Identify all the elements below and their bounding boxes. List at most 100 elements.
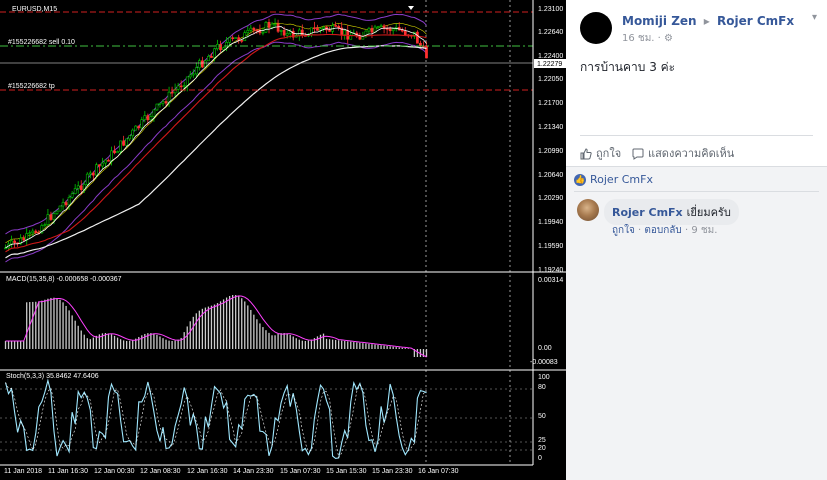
price-tick: 1.19590 — [538, 243, 563, 250]
price-candle — [343, 30, 347, 35]
comment-button[interactable]: แสดงความคิดเห็น — [632, 144, 734, 162]
price-candle — [376, 26, 380, 29]
price-candle — [285, 33, 289, 36]
comments-divider — [574, 191, 819, 192]
macd-tick: -0.00083 — [530, 359, 558, 366]
post-actions: ถูกใจ แสดงความคิดเห็น — [580, 135, 813, 166]
price-candle — [134, 125, 138, 131]
price-candle — [403, 30, 407, 36]
price-candle — [391, 28, 395, 32]
stoch-tick: 50 — [538, 413, 546, 420]
author-avatar[interactable] — [580, 12, 612, 44]
liked-by-name[interactable]: Rojer CmFx — [590, 173, 653, 186]
price-candle — [107, 159, 110, 162]
price-candle — [28, 232, 32, 235]
comment-bubble: Rojer CmFx เยี่ยมครับ — [604, 199, 739, 225]
price-candle — [49, 214, 53, 220]
price-candle — [400, 29, 404, 32]
time-tick: 16 Jan 07:30 — [418, 468, 459, 475]
price-candle — [261, 31, 265, 34]
price-candle — [313, 27, 316, 30]
thumbs-up-icon — [580, 148, 592, 160]
comment-reply-link[interactable]: ตอบกลับ — [644, 225, 681, 236]
price-tick: 1.22400 — [538, 53, 563, 60]
price-candle — [416, 31, 419, 44]
price-candle — [170, 91, 174, 94]
price-candle — [243, 32, 247, 42]
price-candle — [231, 37, 235, 40]
price-tick: 1.20640 — [538, 172, 563, 179]
stoch-tick: 80 — [538, 384, 546, 391]
price-tick: 1.22050 — [538, 76, 563, 83]
trading-chart[interactable]: EURUSD,M15 #155226682 sell 0.10 #1552266… — [0, 0, 566, 480]
price-candle — [213, 48, 216, 58]
price-tick: 1.23100 — [538, 6, 563, 13]
price-candle — [279, 30, 283, 32]
price-candle — [252, 27, 256, 31]
price-candle — [316, 27, 319, 31]
post-time[interactable]: 16 ชม. — [622, 33, 654, 44]
price-tick: 1.21340 — [538, 124, 563, 131]
price-candle — [267, 21, 271, 28]
price-candle — [46, 214, 50, 225]
facebook-post-panel: Momiji Zen ▸ Rojer CmFx 16 ชม. · ⚙ ▾ การ… — [566, 0, 827, 480]
shift-marker-icon — [408, 6, 414, 10]
price-candle — [264, 21, 268, 33]
price-candle — [322, 26, 325, 29]
price-candle — [240, 40, 244, 42]
macd-tick: 0.00314 — [538, 277, 563, 284]
post-names: Momiji Zen ▸ Rojer CmFx — [622, 14, 794, 28]
envelope-mid-line — [5, 22, 427, 244]
price-candle — [216, 44, 219, 50]
stoch-tick: 0 — [538, 455, 542, 462]
price-candle — [104, 159, 107, 164]
author-name[interactable]: Momiji Zen — [622, 14, 697, 28]
chevron-down-icon[interactable]: ▾ — [812, 12, 817, 23]
price-candle — [122, 140, 125, 146]
tp-order-label: #155226682 tp — [8, 83, 55, 90]
price-candle — [128, 135, 132, 140]
comment-icon — [632, 148, 644, 160]
price-candle — [164, 101, 168, 104]
price-candle — [88, 172, 92, 175]
price-candle — [204, 60, 207, 68]
price-candle — [146, 115, 150, 121]
price-candle — [270, 23, 274, 28]
price-candle — [182, 85, 186, 87]
price-candle — [73, 188, 77, 195]
price-candle — [176, 85, 180, 90]
stoch-tick: 25 — [538, 437, 546, 444]
price-candle — [219, 44, 222, 51]
comments-section: 👍 Rojer CmFx Rojer CmFx เยี่ยมครับ ถูกใจ ·… — [566, 166, 827, 480]
price-candle — [64, 202, 68, 206]
price-candle — [131, 129, 135, 137]
price-tick: 1.22640 — [538, 29, 563, 36]
stoch-tick: 20 — [538, 445, 546, 452]
comment-like-link[interactable]: ถูกใจ — [612, 225, 635, 236]
price-candle — [91, 172, 95, 176]
price-panel-label: EURUSD,M15 — [12, 6, 57, 13]
target-name[interactable]: Rojer CmFx — [717, 14, 794, 28]
commenter-name[interactable]: Rojer CmFx — [612, 206, 683, 219]
price-candle — [125, 138, 129, 146]
price-candle — [276, 23, 280, 32]
audience-icon[interactable]: ⚙ — [664, 33, 673, 44]
price-candle — [228, 37, 231, 43]
stoch-main-line — [4, 378, 427, 459]
comment-time[interactable]: 9 ชม. — [691, 225, 717, 236]
likes-summary[interactable]: 👍 Rojer CmFx — [574, 173, 653, 186]
like-button[interactable]: ถูกใจ — [580, 144, 621, 162]
price-candle — [13, 240, 16, 244]
price-candle — [152, 109, 156, 117]
price-candle — [158, 102, 162, 105]
price-candle — [249, 27, 253, 31]
price-candle — [137, 125, 141, 129]
price-candle — [113, 150, 116, 154]
stoch-tick: 100 — [538, 374, 550, 381]
time-tick: 12 Jan 08:30 — [140, 468, 181, 475]
time-tick: 15 Jan 15:30 — [326, 468, 367, 475]
commenter-avatar[interactable] — [577, 199, 599, 221]
post-header: Momiji Zen ▸ Rojer CmFx 16 ชม. · ⚙ ▾ — [580, 10, 819, 46]
price-candle — [201, 60, 204, 68]
time-tick: 15 Jan 23:30 — [372, 468, 413, 475]
